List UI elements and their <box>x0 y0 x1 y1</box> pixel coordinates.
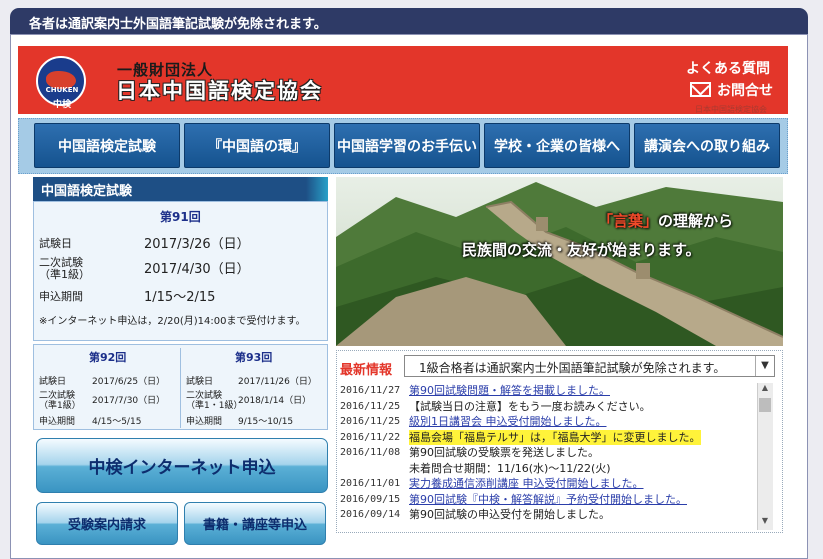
news-date: 2016/09/15 <box>340 493 401 505</box>
apply-period: 1/15～2/15 <box>144 290 216 305</box>
round-93-apply-period: 9/15～10/15 <box>238 417 294 427</box>
internet-apply-note: ※インターネット申込は，2/20(月)14:00まで受付けます。 <box>39 316 306 327</box>
news-text[interactable]: 第90回試験問題・解答を掲載しました。 <box>409 383 610 399</box>
news-select[interactable]: 1級合格者は通訳案内士外国語筆記試験が免除されます。 <box>404 355 775 377</box>
round-93-second-sub: （準1・1級） <box>186 401 243 411</box>
round-93-second-date: 2018/1/14（日） <box>238 396 312 406</box>
news-text[interactable]: 第90回試験の受験票を発送しました。 未着問合せ期間：11/16(水)～11/22… <box>409 445 611 476</box>
news-label: 最新情報 <box>340 363 393 378</box>
guide-request-button[interactable]: 受験案内請求 <box>36 502 178 545</box>
news-item[interactable]: 2016/11/25 級別1日講習会 申込受付開始しました。 <box>340 414 756 430</box>
nav-magazine[interactable]: 『中国語の環』 <box>184 123 330 168</box>
logo-text: CHUKEN <box>45 86 79 94</box>
news-list: 2016/11/27 第90回試験問題・解答を掲載しました。 2016/11/25… <box>340 383 756 531</box>
news-text[interactable]: 実力養成通信添削講座 申込受付開始しました。 <box>409 476 644 492</box>
current-round: 第91回 <box>160 210 201 224</box>
org-name[interactable]: 日本中国語検定協会 <box>116 75 323 105</box>
news-text[interactable]: 第90回試験『中検・解答解説』予約受付開始しました。 <box>409 492 687 508</box>
announcement-bar: 各者は通訳案内士外国語筆記試験が免除されます。 <box>10 8 808 34</box>
news-item[interactable]: 2016/09/15 第90回試験『中検・解答解説』予約受付開始しました。 <box>340 492 756 508</box>
round-92-exam-label: 試験日 <box>39 377 67 387</box>
internet-apply-button[interactable]: 中検インターネット申込 <box>36 438 328 493</box>
chevron-down-icon[interactable]: ▼ <box>755 356 774 376</box>
news-date: 2016/11/25 <box>340 400 401 412</box>
books-apply-button[interactable]: 書籍・講座等申込 <box>184 502 326 545</box>
hero-line-2: 民族間の交流・友好が始まります。 <box>462 241 701 259</box>
news-date: 2016/09/14 <box>340 509 401 520</box>
news-text[interactable]: 級別1日講習会 申込受付開始しました。 <box>409 414 607 430</box>
nav-learning[interactable]: 中国語学習のお手伝い <box>334 123 480 168</box>
news-text-line-1: 第90回試験の受験票を発送しました。 <box>409 446 599 459</box>
round-93-apply-label: 申込期間 <box>186 417 223 427</box>
news-date: 2016/11/22 <box>340 431 401 443</box>
faq-link[interactable]: よくある質問 <box>686 58 770 78</box>
news-text[interactable]: 第90回試験の申込受付を開始しました。 <box>409 507 610 523</box>
news-item[interactable]: 2016/11/25 【試験当日の注意】をもう一度お読みください。 <box>340 399 756 415</box>
round-92-exam-date: 2017/6/25（日） <box>92 377 166 387</box>
apply-period-label: 申込期間 <box>39 290 83 303</box>
news-item[interactable]: 2016/11/01 実力養成通信添削講座 申込受付開始しました。 <box>340 476 756 492</box>
news-date: 2016/11/01 <box>340 478 401 489</box>
hero-line-1-rest: の理解から <box>658 212 734 230</box>
news-date: 2016/11/25 <box>340 416 401 427</box>
mail-icon[interactable] <box>690 82 711 97</box>
news-item[interactable]: 2016/11/22 福島会場「福島テルサ」は，「福島大学」に変更しました。 <box>340 429 756 445</box>
news-item[interactable]: 2016/11/27 第90回試験問題・解答を掲載しました。 <box>340 383 756 399</box>
header-small-link[interactable]: 日本中国語検定協会 <box>695 104 767 115</box>
round-93-exam-label: 試験日 <box>186 377 214 387</box>
nav-lectures[interactable]: 講演会への取り組み <box>634 123 780 168</box>
round-93-exam-date: 2017/11/26（日） <box>238 377 317 387</box>
news-text-line-2: 未着問合せ期間：11/16(水)～11/22(火) <box>409 461 611 475</box>
announcement-text: 各者は通訳案内士外国語筆記試験が免除されます。 <box>29 17 327 32</box>
scroll-down-icon[interactable]: ▼ <box>757 516 773 530</box>
hero-emphasis: 「言葉」 <box>598 212 659 230</box>
scrollbar-thumb[interactable] <box>759 398 771 412</box>
news-item[interactable]: 2016/09/14 第90回試験の申込受付を開始しました。 <box>340 507 756 523</box>
hero-line-1: 「言葉」の理解から <box>598 210 733 231</box>
hero-image <box>336 177 783 346</box>
contact-link[interactable]: お問合せ <box>717 80 773 100</box>
schedule-title: 中国語検定試験 <box>33 177 328 201</box>
exam-date-label: 試験日 <box>39 237 72 250</box>
news-text[interactable]: 福島会場「福島テルサ」は，「福島大学」に変更しました。 <box>409 429 701 445</box>
scroll-up-icon[interactable]: ▲ <box>757 383 773 397</box>
exam-date: 2017/3/26（日） <box>144 237 250 252</box>
second-exam-date: 2017/4/30（日） <box>144 262 250 277</box>
nav-exam[interactable]: 中国語検定試験 <box>34 123 180 168</box>
round-92-apply-period: 4/15～5/15 <box>92 417 142 427</box>
logo-caption: 中検 <box>52 100 71 110</box>
news-text[interactable]: 【試験当日の注意】をもう一度お読みください。 <box>409 399 651 415</box>
schedule-divider <box>180 348 181 428</box>
second-exam-sublabel: （準1級） <box>39 268 90 281</box>
nav-schools[interactable]: 学校・企業の皆様へ <box>484 123 630 168</box>
news-date: 2016/11/27 <box>340 385 401 396</box>
news-item[interactable]: 2016/11/08 第90回試験の受験票を発送しました。 未着問合せ期間：11/1… <box>340 445 756 476</box>
round-93: 第93回 <box>235 351 273 364</box>
round-92-apply-label: 申込期間 <box>39 417 76 427</box>
round-92-second-date: 2017/7/30（日） <box>92 396 166 406</box>
round-92: 第92回 <box>89 351 127 364</box>
round-92-second-sub: （準1級） <box>39 401 81 411</box>
news-date: 2016/11/08 <box>340 447 401 458</box>
